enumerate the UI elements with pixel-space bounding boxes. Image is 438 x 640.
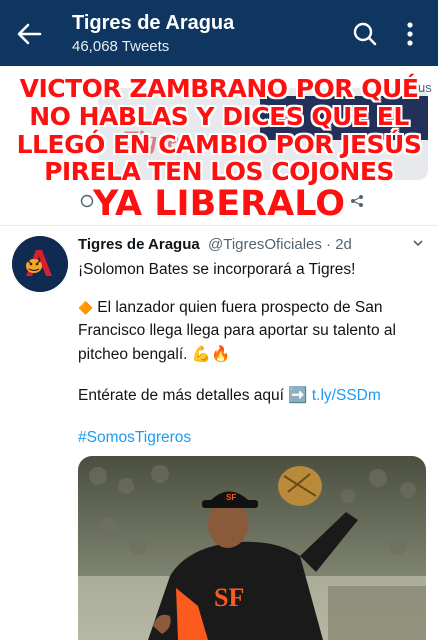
search-icon — [353, 22, 377, 46]
meme-caption-line-4: PIRELA TEN LOS COJONES — [44, 157, 394, 186]
tweet-text-line-2-text: El lanzador quien fuera prospecto de San — [97, 299, 383, 316]
tweet-text-line-1: ¡Solomon Bates se incorporará a Tigres! — [78, 261, 356, 278]
handle-text: @TigresOficiales — [208, 236, 322, 253]
profile-header: Tigres de Aragua 46,068 Tweets — [0, 0, 438, 66]
tweet-text-line-2: 🔶 El lanzador quien fuera prospecto de S… — [78, 299, 383, 317]
chevron-down-icon[interactable] — [412, 236, 424, 250]
hashtag-link[interactable]: #SomosTigreros — [78, 429, 191, 447]
tweet-text-line-3: Francisco llega llega para aportar su ta… — [78, 322, 396, 339]
avatar[interactable] — [12, 236, 68, 292]
flex-fire-emoji-icon: 💪🔥 — [191, 346, 231, 363]
meme-caption-line-1: VICTOR ZAMBRANO POR QUÉ — [19, 74, 419, 103]
tigres-logo-icon — [12, 236, 68, 292]
tweet-link[interactable]: t.ly/SSDm — [312, 387, 381, 404]
profile-name: Tigres de Aragua — [72, 12, 235, 34]
arrow-left-icon — [17, 23, 42, 45]
meme-caption-line-2: NO HABLAS Y DICES QUE EL — [29, 102, 409, 131]
tweet[interactable]: Tigres de Aragua @TigresOficiales · 2d ¡… — [0, 226, 438, 640]
orange-diamond-icon: 🔶 — [78, 301, 93, 315]
svg-text:SF: SF — [214, 583, 244, 612]
tweet-text-line-5-text: Entérate de más detalles aquí — [78, 387, 284, 404]
tweet-text-line-5: Entérate de más detalles aquí ➡️ t.ly/SS… — [78, 386, 381, 405]
tweet-text-line-4-text: pitcheo bengalí. — [78, 346, 188, 363]
tweet-media-image[interactable]: SF SF — [78, 456, 426, 640]
meme-caption-line-3: LLEGÓ EN CAMBIO POR JESÚS — [16, 130, 422, 159]
separator: · — [326, 236, 332, 253]
search-button[interactable] — [352, 21, 378, 47]
meme-caption-line-5: YA LIBERALO — [92, 184, 346, 224]
arrow-right-emoji-icon: ➡️ — [288, 387, 308, 404]
tweet-author-handle[interactable]: @TigresOficiales · 2d — [208, 236, 352, 253]
tweet-text-line-4: pitcheo bengalí. 💪🔥 — [78, 345, 230, 364]
more-options-button[interactable] — [402, 20, 418, 48]
tweet-time: 2d — [335, 236, 352, 253]
tweet-author-name[interactable]: Tigres de Aragua — [78, 236, 200, 253]
svg-text:SF: SF — [226, 493, 236, 502]
tweet-count: 46,068 Tweets — [72, 38, 170, 55]
more-vertical-icon — [407, 22, 413, 46]
back-button[interactable] — [14, 20, 44, 48]
baseball-pitcher-photo: SF SF — [78, 456, 426, 640]
